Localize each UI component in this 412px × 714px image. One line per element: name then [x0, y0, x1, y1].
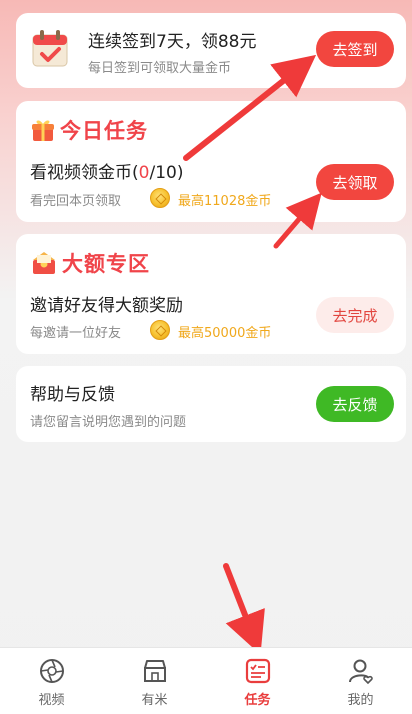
signin-card: 连续签到7天，领88元 每日签到可领取大量金币 去签到 — [16, 13, 406, 88]
arrow-to-task-tab — [223, 563, 265, 655]
help-subtitle: 请您留言说明您遇到的问题 — [30, 415, 187, 430]
coin-icon — [150, 188, 170, 208]
daily-tasks-heading-text: 今日任务 — [60, 119, 148, 143]
tab-tasks[interactable]: 任务 — [206, 648, 309, 714]
video-task-reward: 最高11028金币 — [178, 194, 272, 209]
invite-task-reward: 最高50000金币 — [178, 326, 272, 341]
signin-title: 连续签到7天，领88元 — [88, 32, 257, 52]
tab-video[interactable]: 视频 — [0, 648, 103, 714]
claim-button[interactable]: 去领取 — [316, 164, 394, 200]
video-task-desc: 看完回本页领取 — [30, 194, 122, 209]
complete-button[interactable]: 去完成 — [316, 297, 394, 333]
video-task-title-prefix: 看视频领金币( — [30, 163, 139, 183]
tab-youmi[interactable]: 有米 — [103, 648, 206, 714]
red-envelope-icon — [33, 252, 55, 274]
daily-tasks-heading: 今日任务 — [30, 115, 148, 145]
tab-tasks-label: 任务 — [244, 693, 271, 708]
shop-icon — [143, 660, 166, 682]
big-zone-heading: 大额专区 — [30, 248, 150, 278]
video-task-title: 看视频领金币(0/10) — [30, 158, 183, 183]
tab-mine-label: 我的 — [347, 693, 374, 708]
tab-video-label: 视频 — [38, 693, 65, 708]
bottom-tab-bar: 视频 有米 任务 我的 — [0, 647, 412, 714]
video-task-progress: 0 — [138, 163, 150, 183]
big-zone-heading-text: 大额专区 — [62, 252, 150, 276]
feedback-button[interactable]: 去反馈 — [316, 386, 394, 422]
daily-tasks-card: 今日任务 看视频领金币(0/10) 看完回本页领取 最高11028金币 去领取 — [16, 101, 406, 222]
calendar-check-icon — [32, 30, 68, 67]
aperture-icon — [39, 659, 64, 683]
task-list-icon — [245, 658, 270, 684]
help-title: 帮助与反馈 — [30, 385, 115, 405]
invite-task-title: 邀请好友得大额奖励 — [30, 296, 183, 316]
video-task-title-suffix: /10) — [149, 163, 184, 183]
big-zone-card: 大额专区 邀请好友得大额奖励 每邀请一位好友 最高50000金币 去完成 — [16, 234, 406, 354]
gift-icon — [32, 120, 54, 141]
coin-icon — [150, 320, 170, 340]
help-card: 帮助与反馈 请您留言说明您遇到的问题 去反馈 — [16, 366, 406, 442]
user-heart-icon — [348, 659, 373, 685]
tab-mine[interactable]: 我的 — [309, 648, 412, 714]
signin-button[interactable]: 去签到 — [316, 31, 394, 67]
tab-youmi-label: 有米 — [141, 693, 168, 708]
signin-subtitle: 每日签到可领取大量金币 — [88, 61, 232, 76]
invite-task-desc: 每邀请一位好友 — [30, 326, 122, 341]
